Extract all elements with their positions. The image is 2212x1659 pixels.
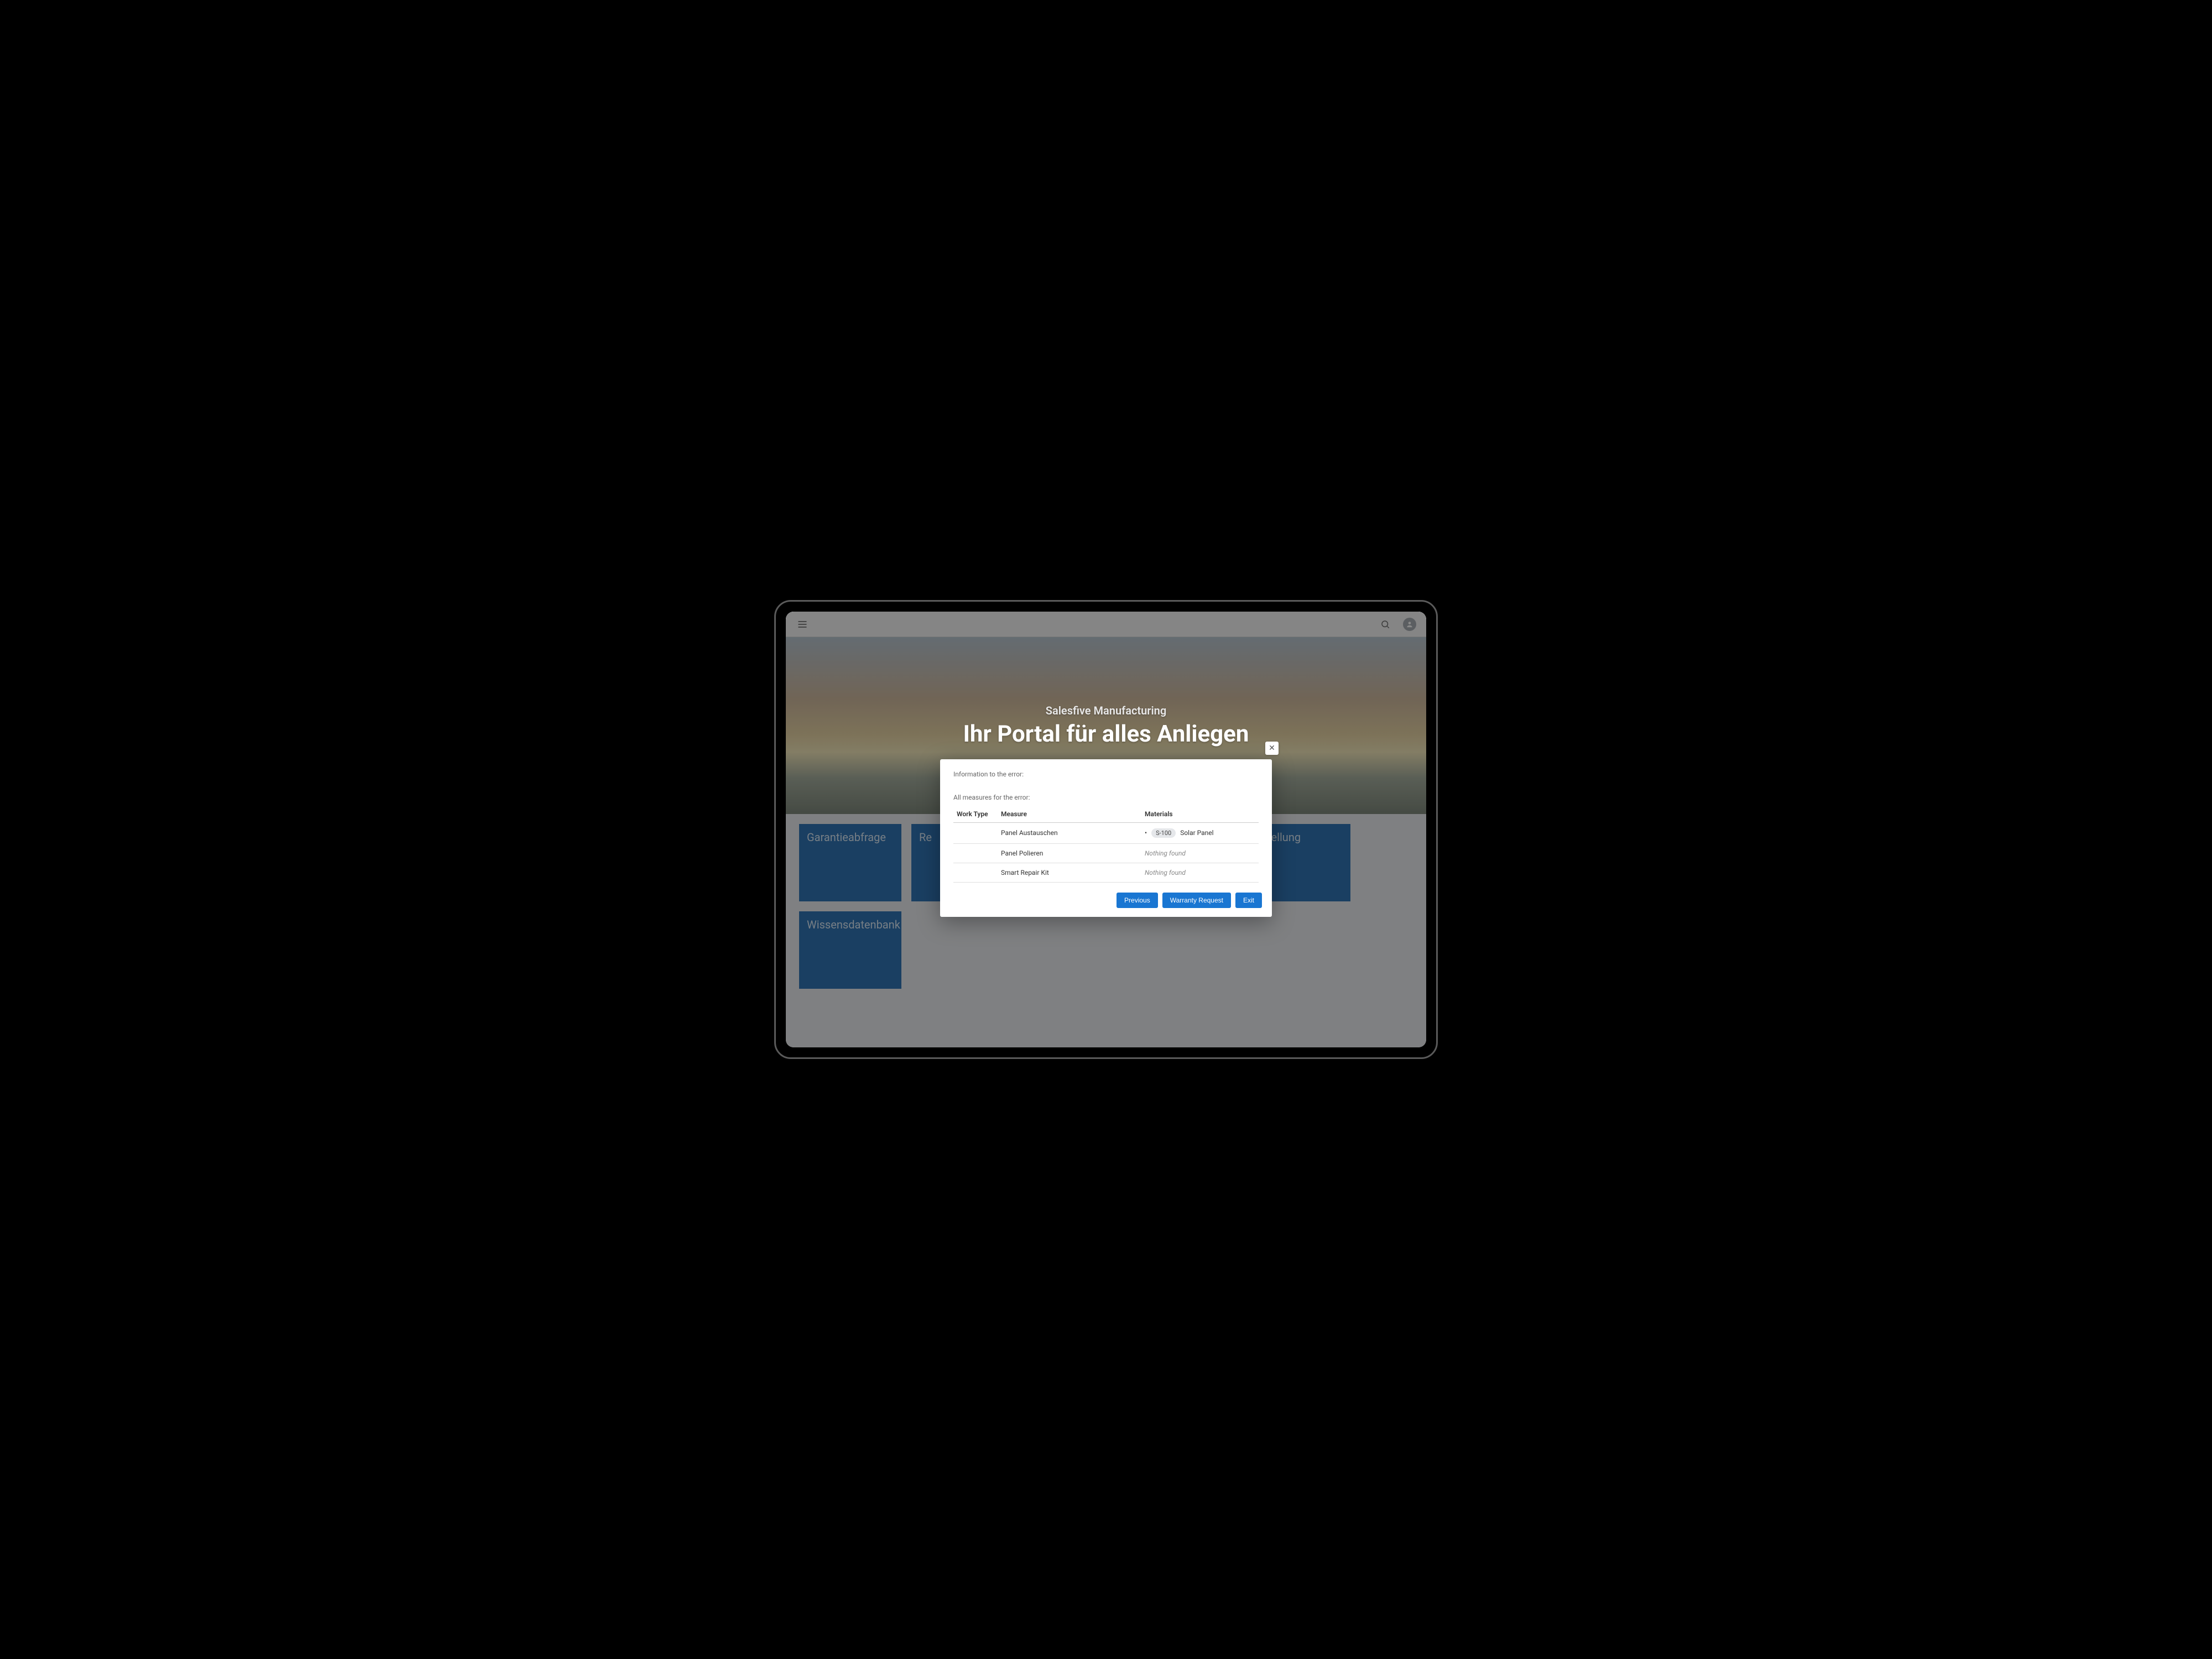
cell-work-type bbox=[953, 843, 998, 863]
table-row: Panel Polieren Nothing found bbox=[953, 843, 1259, 863]
hero-subtitle: Salesfive Manufacturing bbox=[1046, 704, 1166, 717]
cell-measure: Smart Repair Kit bbox=[998, 863, 1141, 882]
nothing-found-text: Nothing found bbox=[1145, 869, 1186, 877]
exit-button[interactable]: Exit bbox=[1235, 893, 1262, 908]
modal-info-heading: Information to the error: bbox=[953, 770, 1259, 778]
modal-actions: Previous Warranty Request Exit bbox=[940, 890, 1272, 917]
tablet-screen: Salesfive Manufacturing Ihr Portal für a… bbox=[786, 612, 1426, 1047]
material-code-pill: S-100 bbox=[1151, 828, 1176, 838]
col-materials: Materials bbox=[1141, 806, 1259, 823]
hero-title: Ihr Portal für alles Anliegen bbox=[963, 721, 1249, 748]
col-measure: Measure bbox=[998, 806, 1141, 823]
nothing-found-text: Nothing found bbox=[1145, 849, 1186, 857]
error-info-modal: ✕ Information to the error: All measures… bbox=[940, 759, 1272, 917]
col-work-type: Work Type bbox=[953, 806, 998, 823]
cell-measure: Panel Polieren bbox=[998, 843, 1141, 863]
measures-table: Work Type Measure Materials Panel Austau… bbox=[953, 806, 1259, 883]
cell-measure: Panel Austauschen bbox=[998, 822, 1141, 843]
modal-measures-heading: All measures for the error: bbox=[953, 794, 1259, 801]
cell-work-type bbox=[953, 863, 998, 882]
table-row: Panel Austauschen S-100 Solar Panel bbox=[953, 822, 1259, 843]
cell-materials: Nothing found bbox=[1141, 843, 1259, 863]
cell-work-type bbox=[953, 822, 998, 843]
tablet-frame: Salesfive Manufacturing Ihr Portal für a… bbox=[774, 600, 1438, 1059]
cell-materials: Nothing found bbox=[1141, 863, 1259, 882]
close-icon: ✕ bbox=[1269, 744, 1275, 753]
material-name: Solar Panel bbox=[1180, 829, 1213, 837]
table-row: Smart Repair Kit Nothing found bbox=[953, 863, 1259, 882]
previous-button[interactable]: Previous bbox=[1117, 893, 1158, 908]
warranty-request-button[interactable]: Warranty Request bbox=[1162, 893, 1231, 908]
cell-materials: S-100 Solar Panel bbox=[1141, 822, 1259, 843]
close-button[interactable]: ✕ bbox=[1265, 742, 1279, 755]
